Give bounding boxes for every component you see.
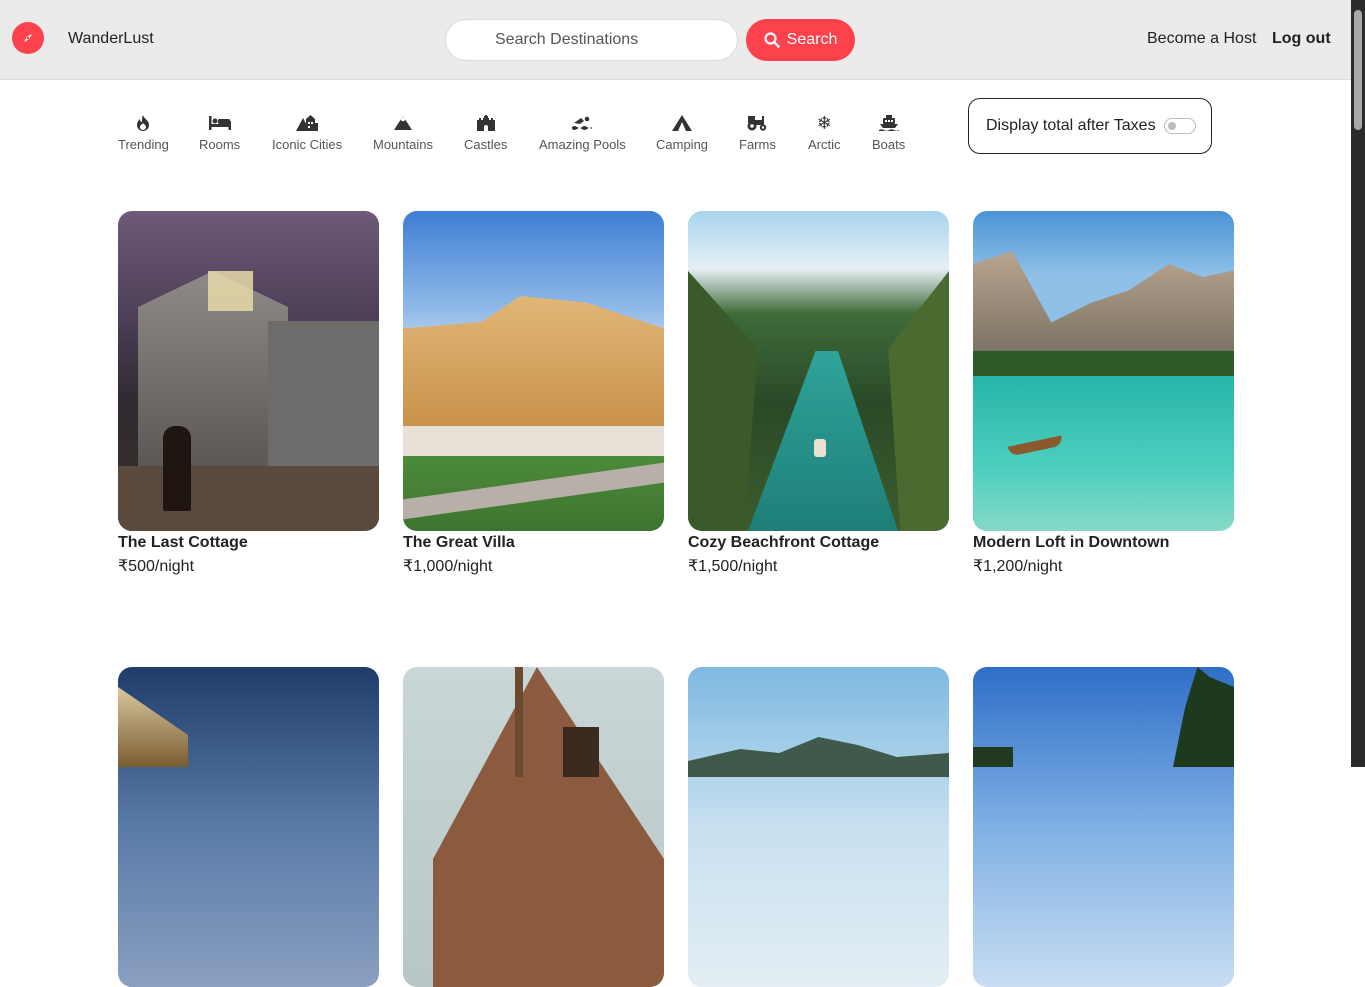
filter-mountains[interactable]: Mountains [373,114,433,152]
filter-label: Iconic Cities [272,137,343,152]
logout-link[interactable]: Log out [1272,30,1331,48]
filter-castles[interactable]: Castles [464,114,507,152]
tractor-icon [746,114,768,132]
listing-price: ₹1,000/night [403,558,493,575]
listing-image[interactable] [403,211,664,531]
listing-title: The Last Cottage [118,534,248,551]
city-icon [296,114,319,132]
swimmer-icon [572,114,593,132]
tax-toggle-label: Display total after Taxes [986,117,1156,134]
listing-card[interactable] [973,667,1234,987]
fire-icon [136,114,150,132]
listing-card[interactable] [403,667,664,987]
bed-icon [208,114,231,132]
filter-arctic[interactable]: ❄ Arctic [808,112,841,153]
filter-camping[interactable]: Camping [656,114,708,152]
filter-boats[interactable]: Boats [872,114,905,152]
filter-rooms[interactable]: Rooms [199,114,240,152]
listing-card[interactable]: The Great Villa ₹1,000/night [403,211,664,576]
listing-card[interactable]: Modern Loft in Downtown ₹1,200/night [973,211,1234,576]
search-icon [764,32,780,48]
listing-card[interactable] [688,667,949,987]
filter-label: Trending [118,137,169,152]
listing-image[interactable] [118,211,379,531]
filter-trending[interactable]: Trending [118,114,169,152]
tax-toggle[interactable]: Display total after Taxes [968,98,1212,154]
compass-icon[interactable] [12,22,44,54]
scrollbar-thumb[interactable] [1354,10,1362,130]
listing-title: The Great Villa [403,534,515,551]
filter-label: Mountains [373,137,433,152]
listing-title: Cozy Beachfront Cottage [688,534,880,551]
filter-iconic-cities[interactable]: Iconic Cities [272,114,342,152]
navbar: WanderLust Search Become a Host Log out [0,0,1351,80]
listing-image[interactable] [973,211,1234,531]
mountain-icon [393,114,412,132]
listing-title: Modern Loft in Downtown [973,534,1170,551]
listing-image[interactable] [118,667,379,987]
listing-price: ₹500/night [118,558,195,575]
listing-card[interactable]: The Last Cottage ₹500/night [118,211,379,576]
filter-label: Rooms [199,137,241,152]
snowflake-icon: ❄ [816,112,832,134]
listing-price: ₹1,500/night [688,558,778,575]
become-host-link[interactable]: Become a Host [1147,30,1256,48]
listing-card[interactable]: Cozy Beachfront Cottage ₹1,500/night [688,211,949,576]
brand-name[interactable]: WanderLust [68,30,154,48]
listing-image[interactable] [973,667,1234,987]
scrollbar[interactable] [1351,0,1365,767]
filter-farms[interactable]: Farms [739,114,776,152]
listing-price: ₹1,200/night [973,558,1063,575]
listing-card[interactable] [118,667,379,987]
filter-label: Camping [656,137,709,152]
filter-label: Castles [464,137,508,152]
search-button[interactable]: Search [746,19,855,61]
listing-image[interactable] [688,211,949,531]
tent-icon [672,114,693,132]
listing-image[interactable] [403,667,664,987]
filter-label: Boats [872,137,906,152]
search-button-label: Search [786,31,838,48]
listing-image[interactable] [688,667,949,987]
search-input[interactable] [445,19,738,61]
filter-amazing-pools[interactable]: Amazing Pools [539,114,626,152]
tax-toggle-switch[interactable] [1163,118,1196,134]
filter-label: Amazing Pools [539,137,626,152]
castle-icon [476,114,495,132]
ship-icon [878,114,899,132]
filter-label: Farms [739,137,776,152]
filter-label: Arctic [808,137,841,152]
